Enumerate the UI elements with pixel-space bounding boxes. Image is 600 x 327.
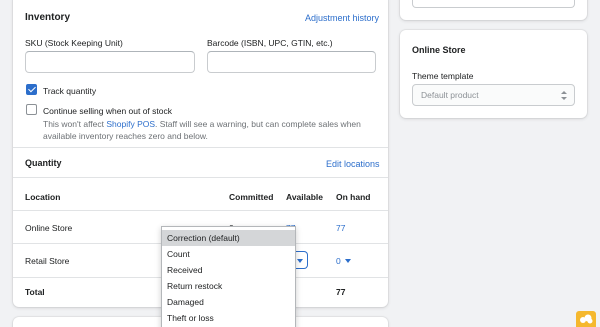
row-online-store-on-hand[interactable]: 77 bbox=[336, 223, 345, 233]
barcode-label: Barcode (ISBN, UPC, GTIN, etc.) bbox=[207, 38, 333, 48]
menu-option-received[interactable]: Received bbox=[162, 262, 295, 278]
quantity-divider bbox=[13, 177, 388, 178]
theme-template-label: Theme template bbox=[412, 71, 474, 81]
menu-option-count[interactable]: Count bbox=[162, 246, 295, 262]
help-prefix: This won't affect bbox=[43, 119, 107, 129]
header-row-divider bbox=[13, 210, 388, 211]
col-available: Available bbox=[286, 192, 324, 202]
theme-template-select[interactable]: Default product bbox=[412, 84, 575, 106]
quantity-title: Quantity bbox=[25, 158, 62, 168]
edit-locations-link[interactable]: Edit locations bbox=[326, 159, 380, 169]
online-store-title: Online Store bbox=[412, 45, 466, 55]
caret-down-icon bbox=[297, 259, 303, 263]
row-retail-store-location: Retail Store bbox=[25, 256, 70, 266]
help-fab[interactable] bbox=[576, 311, 596, 327]
on-hand-caret-down-icon[interactable] bbox=[345, 259, 351, 263]
sku-input[interactable] bbox=[25, 51, 195, 73]
menu-option-theft-or-loss[interactable]: Theft or loss bbox=[162, 310, 295, 326]
adjustment-history-link[interactable]: Adjustment history bbox=[305, 13, 379, 23]
col-location: Location bbox=[25, 192, 61, 202]
theme-template-value: Default product bbox=[421, 90, 479, 100]
continue-selling-checkbox[interactable] bbox=[26, 104, 37, 115]
select-updown-icon bbox=[561, 91, 567, 100]
barcode-input[interactable] bbox=[207, 51, 376, 73]
menu-option-damaged[interactable]: Damaged bbox=[162, 294, 295, 310]
continue-selling-help: This won't affect Shopify POS. Staff wil… bbox=[43, 118, 373, 142]
menu-option-correction[interactable]: Correction (default) bbox=[162, 230, 295, 246]
row-online-store-location: Online Store bbox=[25, 223, 73, 233]
sku-label: SKU (Stock Keeping Unit) bbox=[25, 38, 123, 48]
available-adjust-select[interactable] bbox=[294, 251, 308, 269]
track-quantity-checkbox[interactable] bbox=[26, 84, 37, 95]
help-icon bbox=[580, 314, 593, 324]
adjust-reason-menu[interactable]: Correction (default) Count Received Retu… bbox=[161, 226, 296, 327]
inventory-title: Inventory bbox=[25, 12, 71, 23]
row-retail-store-on-hand[interactable]: 0 bbox=[336, 256, 341, 266]
col-committed: Committed bbox=[229, 192, 274, 202]
continue-selling-label: Continue selling when out of stock bbox=[43, 106, 172, 116]
track-quantity-label: Track quantity bbox=[43, 86, 97, 96]
right-top-input[interactable] bbox=[412, 0, 575, 8]
menu-option-return-restock[interactable]: Return restock bbox=[162, 278, 295, 294]
section-divider bbox=[13, 147, 388, 148]
total-on-hand: 77 bbox=[336, 287, 346, 297]
shopify-pos-link[interactable]: Shopify POS bbox=[106, 119, 155, 129]
col-on-hand: On hand bbox=[336, 192, 371, 202]
total-label: Total bbox=[25, 287, 45, 297]
